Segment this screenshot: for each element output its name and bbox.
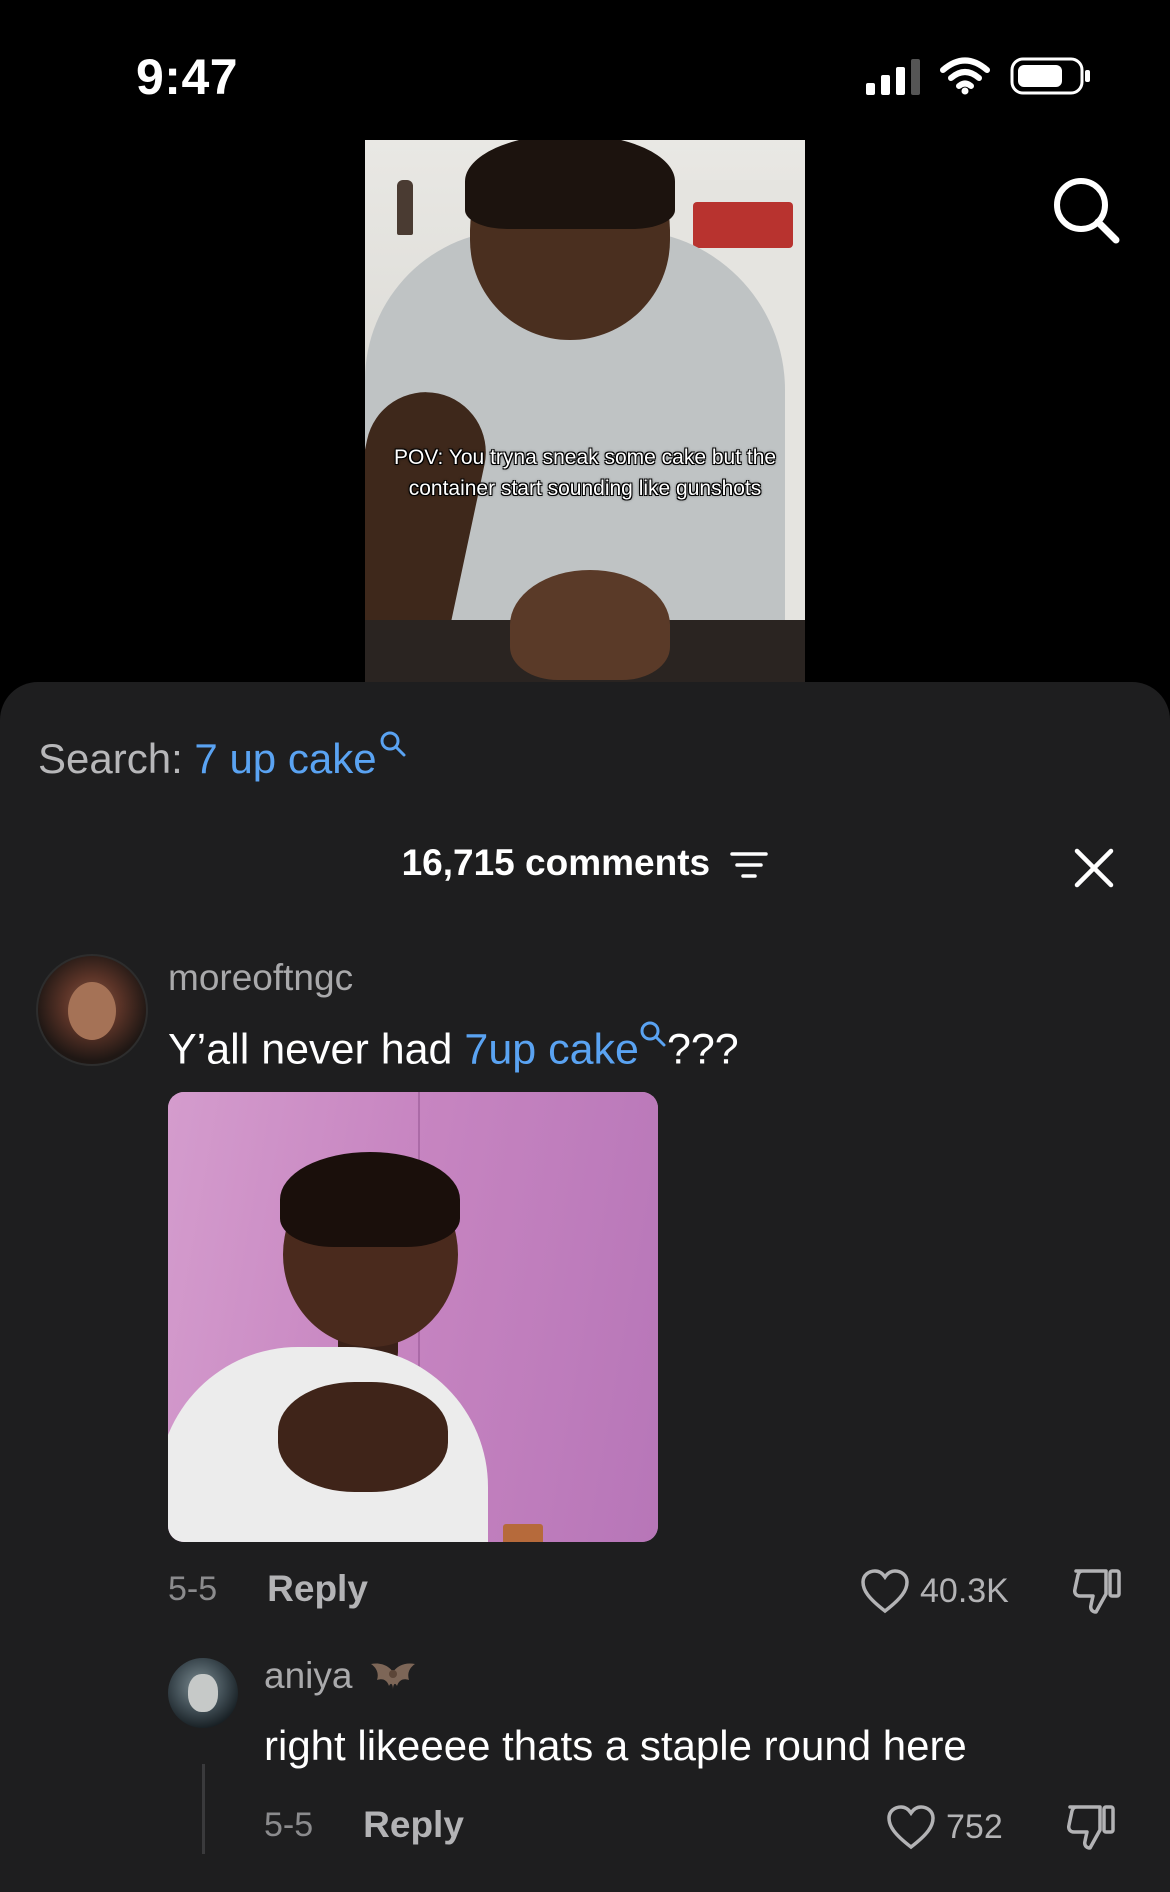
reply-avatar[interactable]: [168, 1658, 238, 1728]
reply-reply-button[interactable]: Reply: [363, 1804, 464, 1846]
reply-date: 5-5: [264, 1805, 314, 1844]
avatar[interactable]: [36, 954, 148, 1066]
reply-username-row: aniya: [264, 1655, 417, 1700]
comment-date: 5-5: [168, 1569, 218, 1608]
comments-count: 16,715 comments: [401, 842, 711, 883]
comments-sheet: Search: 7 up cake 16,715 comments moreof…: [0, 682, 1170, 1892]
search-keyword[interactable]: 7 up cake: [194, 735, 376, 782]
comment-meta: 5-5 Reply: [168, 1568, 368, 1610]
comment-keyword-link[interactable]: 7up cake: [464, 1025, 639, 1073]
comments-header: 16,715 comments: [0, 842, 1170, 884]
signal-icon: [866, 57, 920, 95]
reply-username[interactable]: aniya: [264, 1655, 352, 1696]
comment-image[interactable]: [168, 1092, 658, 1542]
search-icon[interactable]: [1050, 174, 1122, 246]
search-suggestion[interactable]: Search: 7 up cake: [38, 730, 407, 783]
comment-text: Y’all never had 7up cake ???: [168, 1020, 739, 1074]
video-caption: POV: You tryna sneak some cake but the c…: [393, 446, 777, 500]
filter-icon[interactable]: [730, 849, 769, 881]
heart-icon: [861, 1569, 909, 1614]
like-button[interactable]: 40.3K: [860, 1568, 1009, 1614]
comment-username[interactable]: moreoftngc: [168, 957, 353, 999]
status-icons: [866, 56, 1092, 96]
search-small-icon: [640, 1021, 666, 1047]
reply-text: right likeeee thats a staple round here: [264, 1722, 967, 1769]
reply-like-button[interactable]: 752: [886, 1804, 1003, 1850]
bat-emoji-icon: [370, 1663, 415, 1691]
thread-line: [202, 1764, 205, 1854]
wifi-icon: [940, 57, 990, 95]
screen: 9:47 POV: You tryna sneak some cake but …: [0, 0, 1170, 1892]
battery-icon: [1010, 57, 1090, 95]
search-prefix: Search:: [38, 735, 183, 782]
reply-like-count: 752: [946, 1807, 1003, 1846]
reply-meta: 5-5 Reply: [264, 1804, 464, 1846]
dislike-icon[interactable]: [1070, 1566, 1124, 1616]
search-small-icon: [380, 731, 406, 757]
video-player[interactable]: POV: You tryna sneak some cake but the c…: [365, 140, 805, 682]
dislike-icon[interactable]: [1064, 1802, 1118, 1852]
status-bar: 9:47: [0, 0, 1170, 150]
close-icon[interactable]: [1073, 847, 1115, 889]
reply-button[interactable]: Reply: [267, 1568, 368, 1610]
heart-icon: [887, 1805, 935, 1850]
like-count: 40.3K: [920, 1571, 1009, 1610]
status-time: 9:47: [136, 49, 239, 105]
